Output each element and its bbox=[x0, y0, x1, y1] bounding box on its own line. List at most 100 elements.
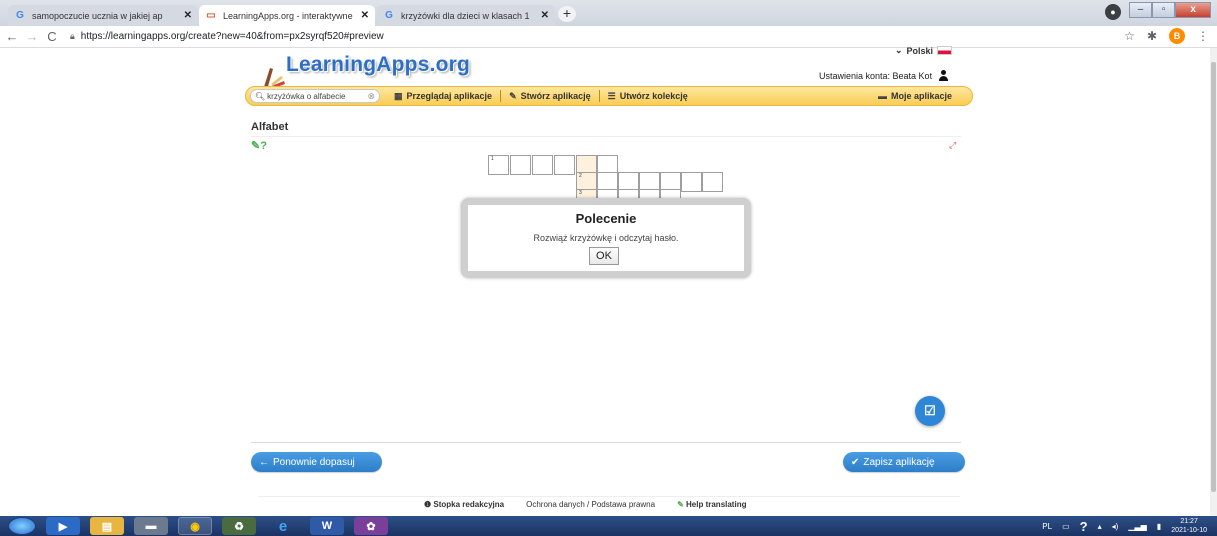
volume-icon[interactable]: ◂) bbox=[1112, 522, 1119, 531]
battery-icon[interactable]: ▮ bbox=[1157, 522, 1161, 531]
paint-icon[interactable]: ✿ bbox=[354, 517, 388, 535]
menu-my-apps[interactable]: ▬ Moje aplikacje bbox=[870, 91, 960, 101]
pencil-icon: ✎ bbox=[509, 90, 517, 101]
new-tab-button[interactable]: + bbox=[558, 6, 576, 22]
minimize-button[interactable]: – bbox=[1129, 2, 1153, 18]
crossword-cell[interactable]: 1 bbox=[488, 155, 509, 175]
close-icon[interactable]: ✕ bbox=[361, 10, 369, 21]
clue-number: 3 bbox=[579, 190, 582, 196]
media-player-icon[interactable]: ▶ bbox=[46, 517, 80, 535]
crossword-cell[interactable] bbox=[532, 155, 553, 175]
chrome-icon[interactable]: ◉ bbox=[178, 517, 212, 535]
grid-icon: ▦ bbox=[394, 90, 403, 101]
url-text: https://learningapps.org/create?new=40&f… bbox=[80, 31, 384, 42]
footer-imprint-link[interactable]: ❶ Stopka redakcyjna bbox=[424, 500, 504, 509]
account-settings-link[interactable]: Ustawienia konta: Beata Kot bbox=[819, 70, 949, 81]
profile-avatar[interactable]: B bbox=[1169, 28, 1185, 44]
language-select[interactable]: ⌄ Polski bbox=[895, 45, 953, 56]
polish-flag-icon bbox=[937, 46, 953, 55]
save-label: Zapisz aplikację bbox=[863, 456, 935, 468]
footer-imprint-label: Stopka redakcyjna bbox=[433, 500, 505, 509]
collection-icon: ☰ bbox=[607, 90, 616, 101]
dialog-title: Polecenie bbox=[575, 211, 637, 226]
crossword-cell[interactable] bbox=[554, 155, 575, 175]
google-icon: G bbox=[385, 9, 393, 21]
signal-icon[interactable]: ▁▃▅ bbox=[1128, 522, 1146, 531]
check-icon: ☑ bbox=[924, 403, 936, 418]
logo-text: LearningApps.org bbox=[286, 53, 471, 76]
fullscreen-icon[interactable]: ⤢ bbox=[949, 140, 956, 151]
help-tray-icon[interactable]: ? bbox=[1080, 519, 1088, 534]
file-explorer-icon[interactable]: ▤ bbox=[90, 517, 124, 535]
check-answers-button[interactable]: ☑ bbox=[915, 396, 945, 426]
menu-create-app[interactable]: ✎ Stwórz aplikację bbox=[501, 91, 599, 102]
account-label: Ustawienia konta: Beata Kot bbox=[819, 70, 933, 81]
footer: ❶ Stopka redakcyjna Ochrona danych / Pod… bbox=[424, 500, 746, 509]
page-content: ⌄ Polski LearningApps.org Ustawienia kon… bbox=[0, 45, 1210, 516]
crossword-cell[interactable] bbox=[681, 172, 702, 192]
url-field[interactable]: 🔒︎ https://learningapps.org/create?new=4… bbox=[70, 28, 1160, 46]
dialog-message: Rozwiąż krzyżówkę i odczytaj hasło. bbox=[533, 233, 679, 243]
tab-title: samopoczucie ucznia w jakiej ap bbox=[32, 10, 163, 21]
refit-label: Ponownie dopasuj bbox=[273, 456, 355, 468]
menu-create-label: Stwórz aplikację bbox=[520, 91, 591, 101]
main-menu-bar: 🔍︎ krzyżówka o alfabecie ⊗ ▦ Przeglądaj … bbox=[245, 86, 973, 106]
word-icon[interactable]: W bbox=[310, 517, 344, 535]
crossword-cell[interactable] bbox=[510, 155, 531, 175]
extensions-icon[interactable]: ✱ bbox=[1147, 29, 1157, 43]
close-icon[interactable]: ✕ bbox=[184, 10, 192, 21]
maximize-button[interactable]: ▫ bbox=[1152, 2, 1176, 18]
footer-privacy-link[interactable]: Ochrona danych / Podstawa prawna bbox=[526, 500, 655, 509]
reload-icon[interactable]: C bbox=[44, 29, 60, 44]
crossword-cell[interactable] bbox=[702, 172, 723, 192]
window-close-button[interactable]: x bbox=[1175, 2, 1211, 18]
page-title: Alfabet bbox=[251, 121, 289, 133]
more-menu-icon[interactable]: ⋮ bbox=[1197, 29, 1209, 43]
window-controls: – ▫ x bbox=[1129, 2, 1211, 20]
user-icon bbox=[938, 70, 949, 81]
refit-button[interactable]: ← Ponownie dopasuj bbox=[251, 452, 382, 472]
ok-button[interactable]: OK bbox=[589, 247, 619, 265]
internet-explorer-icon[interactable]: e bbox=[266, 517, 300, 535]
clock[interactable]: 21:27 2021-10-10 bbox=[1171, 517, 1207, 535]
search-icon: 🔍︎ bbox=[255, 91, 266, 101]
browser-tab-bar: G samopoczucie ucznia w jakiej ap ✕ ▭ Le… bbox=[0, 0, 1217, 26]
menu-browse-apps[interactable]: ▦ Przeglądaj aplikacje bbox=[386, 91, 500, 102]
clock-time: 21:27 bbox=[1180, 518, 1198, 525]
search-input[interactable]: 🔍︎ krzyżówka o alfabecie ⊗ bbox=[250, 89, 380, 103]
tab-title: LearningApps.org - interaktywne bbox=[223, 10, 353, 21]
menu-create-collection[interactable]: ☰ Utwórz kolekcję bbox=[600, 91, 696, 102]
browser-account-icon[interactable]: ● bbox=[1105, 4, 1121, 20]
save-app-button[interactable]: ✔ Zapisz aplikację bbox=[843, 452, 965, 472]
address-bar: ← → C 🔒︎ https://learningapps.org/create… bbox=[0, 26, 1217, 48]
network-icon[interactable]: ▬ bbox=[134, 517, 168, 535]
lock-icon: 🔒︎ bbox=[70, 31, 75, 41]
tab-learningapps[interactable]: ▭ LearningApps.org - interaktywne ✕ bbox=[199, 5, 375, 26]
tab-search-samopoczucie[interactable]: G samopoczucie ucznia w jakiej ap ✕ bbox=[8, 5, 198, 26]
recycle-app-icon[interactable]: ♻ bbox=[222, 517, 256, 535]
page-scrollbar[interactable] bbox=[1210, 48, 1217, 516]
menu-browse-label: Przeglądaj aplikacje bbox=[406, 91, 493, 101]
divider bbox=[251, 442, 961, 443]
system-tray: PL ▭ ? ▴ ◂) ▁▃▅ ▮ 21:27 2021-10-10 bbox=[1042, 516, 1207, 536]
close-icon[interactable]: ✕ bbox=[541, 10, 549, 21]
language-indicator[interactable]: PL bbox=[1042, 522, 1052, 531]
help-icon[interactable]: ✎? bbox=[251, 139, 267, 152]
keyboard-icon[interactable]: ▭ bbox=[1062, 522, 1070, 531]
language-label: Polski bbox=[906, 45, 934, 56]
chevron-up-icon[interactable]: ▴ bbox=[1098, 522, 1102, 531]
footer-help-link[interactable]: ✎ Help translating bbox=[677, 500, 746, 509]
info-icon: ❶ bbox=[424, 500, 432, 509]
clear-search-icon[interactable]: ⊗ bbox=[367, 91, 375, 102]
star-icon[interactable]: ☆ bbox=[1124, 29, 1135, 43]
learningapps-icon: ▭ bbox=[206, 9, 216, 21]
back-icon[interactable]: ← bbox=[4, 29, 20, 44]
search-value: krzyżówka o alfabecie bbox=[267, 91, 346, 101]
arrow-left-icon: ← bbox=[259, 456, 269, 468]
footer-help-label: Help translating bbox=[686, 500, 747, 509]
tab-search-krzyzowki[interactable]: G krzyżówki dla dzieci w klasach 1 ✕ bbox=[377, 5, 555, 26]
start-button[interactable] bbox=[8, 517, 36, 535]
clock-date: 2021-10-10 bbox=[1171, 527, 1207, 534]
menu-collection-label: Utwórz kolekcję bbox=[619, 91, 688, 101]
forward-icon[interactable]: → bbox=[24, 29, 40, 44]
